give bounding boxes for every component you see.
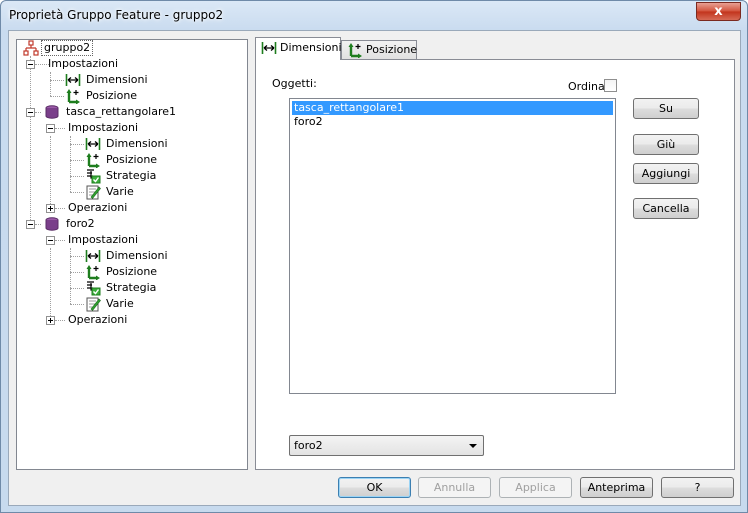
tab-posizione[interactable]: Posizione	[341, 40, 417, 59]
move-up-button[interactable]: Su	[633, 98, 699, 119]
collapse-icon[interactable]	[46, 236, 55, 245]
tree-node-label: foro2	[66, 217, 95, 230]
collapse-icon[interactable]	[26, 60, 35, 69]
title-bar: Proprietà Gruppo Feature - gruppo2 x	[1, 1, 747, 29]
sort-checkbox[interactable]	[604, 79, 617, 92]
feature-tree[interactable]: gruppo2 Impostazioni Dimensioni Posizion…	[16, 39, 248, 470]
strategy-icon	[87, 281, 101, 296]
tree-node-label: tasca_rettangolare1	[66, 105, 177, 118]
tree-node-label: gruppo2	[41, 40, 94, 56]
ok-button[interactable]: OK	[338, 477, 411, 498]
collapse-icon[interactable]	[26, 220, 35, 229]
notepad-icon	[86, 297, 101, 312]
tree-node-posizione[interactable]: Posizione	[17, 264, 247, 280]
expand-icon[interactable]	[46, 316, 55, 325]
tree-node-label: Strategia	[106, 169, 157, 182]
collapse-icon[interactable]	[46, 124, 55, 133]
delete-button[interactable]: Cancella	[633, 198, 699, 219]
tree-node-posizione[interactable]: Posizione	[17, 152, 247, 168]
tree-node-operazioni[interactable]: Operazioni	[17, 200, 247, 216]
feature-cylinder-icon	[45, 217, 59, 231]
tree-node-label: Operazioni	[68, 201, 128, 214]
tree-node-foro2[interactable]: foro2	[17, 216, 247, 232]
tree-node-dimensioni[interactable]: Dimensioni	[17, 248, 247, 264]
select-value: foro2	[294, 439, 323, 452]
cancel-button[interactable]: Annulla	[418, 477, 491, 498]
dimension-icon	[85, 138, 101, 150]
tree-node-label: Operazioni	[68, 313, 128, 326]
help-button[interactable]: ?	[661, 477, 734, 498]
notepad-icon	[86, 185, 101, 200]
dimension-icon	[261, 42, 277, 54]
object-select[interactable]: foro2	[289, 435, 484, 456]
tree-node-label: Varie	[106, 297, 134, 310]
tree-node-label: Posizione	[106, 265, 158, 278]
tree-node-label: Impostazioni	[68, 233, 139, 246]
window-title: Proprietà Gruppo Feature - gruppo2	[9, 8, 224, 22]
tab-panel-dimensioni: Oggetti: Ordina tasca_rettangolare1 foro…	[255, 59, 735, 470]
tree-node-varie[interactable]: Varie	[17, 296, 247, 312]
collapse-icon[interactable]	[26, 108, 35, 117]
objects-listbox[interactable]: tasca_rettangolare1 foro2	[289, 98, 616, 394]
dialog-client-area: gruppo2 Impostazioni Dimensioni Posizion…	[8, 30, 741, 506]
apply-button[interactable]: Applica	[499, 477, 572, 498]
tree-node-label: Dimensioni	[106, 249, 168, 262]
tab-label: Posizione	[366, 43, 418, 56]
dialog-window: Proprietà Gruppo Feature - gruppo2 x gru…	[0, 0, 748, 513]
tab-label: Dimensioni	[280, 41, 342, 54]
tree-node-dimensioni[interactable]: Dimensioni	[17, 136, 247, 152]
tree-node-impostazioni[interactable]: Impostazioni	[17, 232, 247, 248]
tree-node-tasca-rettangolare1[interactable]: tasca_rettangolare1	[17, 104, 247, 120]
dimension-icon	[85, 250, 101, 262]
position-icon	[66, 89, 80, 104]
move-down-button[interactable]: Giù	[633, 134, 699, 155]
group-icon	[23, 40, 39, 56]
dimension-icon	[65, 74, 81, 86]
tree-node-label: Impostazioni	[68, 121, 139, 134]
tree-node-dimensioni[interactable]: Dimensioni	[17, 72, 247, 88]
tree-node-label: Dimensioni	[106, 137, 168, 150]
expand-icon[interactable]	[46, 204, 55, 213]
tree-node-varie[interactable]: Varie	[17, 184, 247, 200]
preview-button[interactable]: Anteprima	[580, 477, 653, 498]
list-item[interactable]: foro2	[292, 115, 613, 129]
tree-node-label: Posizione	[106, 153, 158, 166]
chevron-down-icon	[469, 444, 477, 448]
tree-node-operazioni[interactable]: Operazioni	[17, 312, 247, 328]
tree-node-label: Varie	[106, 185, 134, 198]
position-icon	[348, 43, 362, 58]
position-icon	[86, 265, 100, 280]
list-item[interactable]: tasca_rettangolare1	[292, 101, 613, 115]
close-button[interactable]: x	[696, 2, 741, 21]
position-icon	[86, 153, 100, 168]
tree-node-strategia[interactable]: Strategia	[17, 168, 247, 184]
strategy-icon	[87, 169, 101, 184]
feature-cylinder-icon	[45, 105, 59, 119]
tree-node-label: Impostazioni	[48, 57, 119, 70]
tree-node-root[interactable]: gruppo2	[17, 40, 247, 56]
sort-label: Ordina	[568, 80, 605, 93]
tree-node-strategia[interactable]: Strategia	[17, 280, 247, 296]
tab-dimensioni[interactable]: Dimensioni	[255, 37, 342, 60]
tree-node-label: Dimensioni	[86, 73, 148, 86]
add-button[interactable]: Aggiungi	[633, 163, 699, 184]
objects-label: Oggetti:	[272, 77, 317, 90]
tree-node-label: Strategia	[106, 281, 157, 294]
tree-node-label: Posizione	[86, 89, 138, 102]
tree-node-impostazioni[interactable]: Impostazioni	[17, 120, 247, 136]
tree-node-posizione[interactable]: Posizione	[17, 88, 247, 104]
tree-node-impostazioni[interactable]: Impostazioni	[17, 56, 247, 72]
